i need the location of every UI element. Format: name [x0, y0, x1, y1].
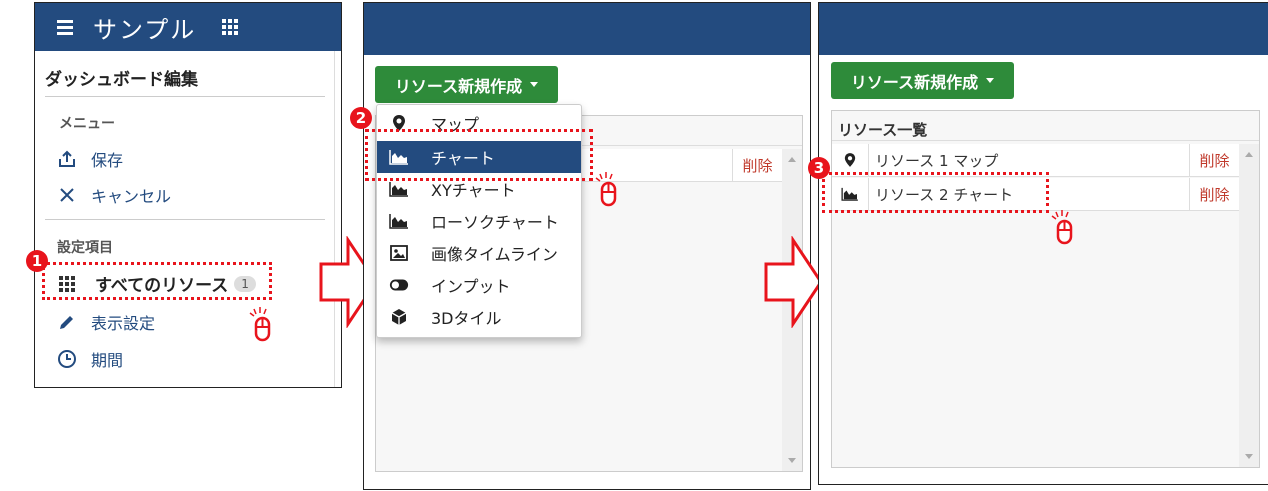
dropdown-item-candlestick-chart[interactable]: ローソクチャート — [377, 205, 581, 237]
delete-button[interactable]: 削除 — [732, 149, 782, 181]
toggle-icon — [389, 278, 409, 292]
app-title: サンプル — [93, 15, 197, 44]
dashboard-edit-title: ダッシュボード編集 — [45, 70, 198, 90]
upload-icon — [57, 149, 77, 169]
resource-list-panel: リソース新規作成 リソース一覧 リソース 1 マップ 削除 リソース 2 チャー… — [818, 2, 1268, 485]
apps-grid-icon[interactable] — [222, 19, 239, 35]
dropdown-item-image-timeline[interactable]: 画像タイムライン — [377, 237, 581, 269]
create-resource-button[interactable]: リソース新規作成 — [831, 62, 1014, 99]
step3-number-badge: 3 — [808, 157, 830, 179]
top-bar — [364, 3, 810, 55]
sidebar-divider — [334, 51, 335, 387]
save-link[interactable]: 保存 — [57, 147, 123, 171]
step3-highlight — [822, 172, 1049, 213]
create-resource-label: リソース新規作成 — [394, 76, 523, 96]
step2-highlight — [365, 129, 593, 181]
app-header: サンプル — [35, 3, 341, 51]
mouse-click-icon — [595, 172, 617, 207]
dropdown-item-label: インプット — [431, 277, 511, 296]
pencil-icon — [57, 313, 77, 331]
clock-icon — [57, 349, 77, 369]
scroll-down-icon[interactable] — [788, 458, 796, 463]
create-resource-label: リソース新規作成 — [850, 72, 979, 92]
dropdown-item-input[interactable]: インプット — [377, 269, 581, 301]
caret-down-icon — [530, 82, 539, 87]
delete-button[interactable]: 削除 — [1189, 178, 1239, 210]
divider — [45, 219, 325, 220]
dashboard-sidebar-panel: サンプル ダッシュボード編集 メニュー 保存 キャンセル 設定項目 すべてのリソ… — [34, 2, 342, 388]
period-label: 期間 — [91, 351, 124, 370]
scroll-up-icon[interactable] — [788, 157, 796, 162]
hamburger-menu-icon[interactable] — [57, 17, 73, 38]
delete-button[interactable]: 削除 — [1189, 144, 1239, 176]
scrollbar[interactable] — [1239, 144, 1259, 467]
create-resource-button[interactable]: リソース新規作成 — [375, 66, 558, 103]
map-pin-icon — [840, 152, 860, 168]
display-settings-label: 表示設定 — [91, 314, 156, 333]
top-bar — [819, 3, 1268, 55]
display-settings-link[interactable]: 表示設定 — [57, 310, 155, 334]
step2-number-badge: 2 — [350, 107, 372, 129]
dropdown-item-label: 画像タイムライン — [431, 245, 558, 264]
scroll-up-icon[interactable] — [1245, 152, 1253, 157]
save-label: 保存 — [91, 151, 124, 170]
menu-section-label: メニュー — [59, 116, 115, 132]
resource-list-title: リソース一覧 — [832, 111, 1259, 141]
resource-name: リソース 1 マップ — [875, 151, 999, 170]
scroll-down-icon[interactable] — [1245, 454, 1253, 459]
period-link[interactable]: 期間 — [57, 347, 123, 371]
dropdown-item-label: ローソクチャート — [431, 213, 559, 232]
mouse-click-icon — [1051, 210, 1073, 245]
divider — [45, 96, 325, 97]
step1-highlight — [42, 262, 272, 300]
settings-section-label: 設定項目 — [57, 240, 113, 256]
mouse-click-icon — [249, 307, 271, 342]
cube-icon — [389, 308, 409, 326]
create-resource-panel: リソース新規作成 削除 マップ チャート XYチャート ローソクチャート 画像タ… — [363, 2, 811, 490]
resource-list-box: リソース一覧 リソース 1 マップ 削除 リソース 2 チャート 削除 — [831, 110, 1260, 468]
dropdown-item-3d-tiles[interactable]: 3Dタイル — [377, 301, 581, 333]
dropdown-item-label: 3Dタイル — [431, 309, 502, 328]
area-chart-icon — [389, 213, 409, 229]
caret-down-icon — [986, 78, 995, 83]
cancel-label: キャンセル — [91, 187, 172, 206]
step1-number-badge: 1 — [26, 250, 48, 272]
image-icon — [389, 245, 409, 261]
right-arrow-icon — [764, 236, 823, 328]
close-icon — [57, 186, 77, 204]
cancel-link[interactable]: キャンセル — [57, 183, 171, 207]
area-chart-icon — [389, 181, 409, 197]
